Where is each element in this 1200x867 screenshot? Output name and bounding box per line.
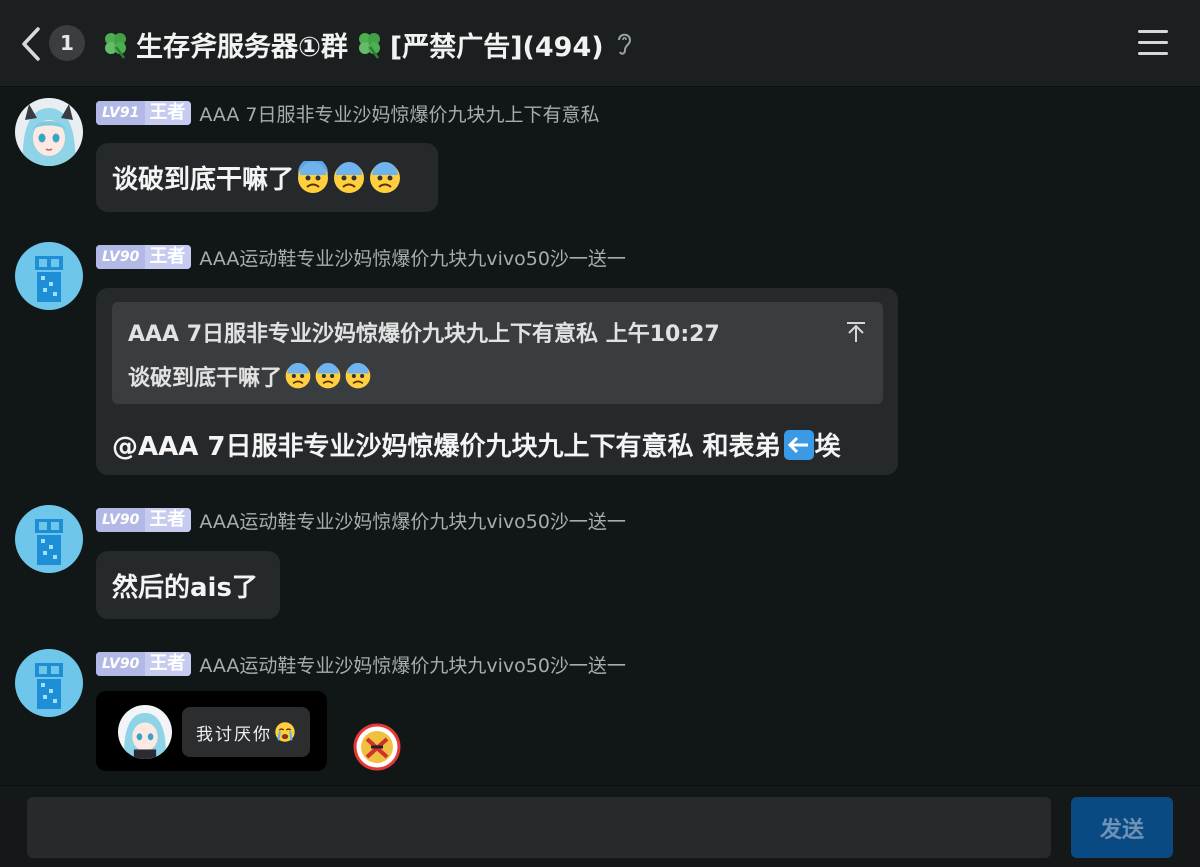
message-text: 谈破到底干嘛了 (112, 165, 295, 195)
rank-title: 王者 (145, 508, 192, 532)
level-badge: LV90 王者 (96, 245, 192, 269)
anxious-face-emoji (285, 362, 311, 389)
crying-face-emoji (275, 722, 295, 742)
rank-title: 王者 (145, 245, 192, 269)
message-bubble[interactable]: 谈破到底干嘛了 (96, 143, 438, 212)
sticker-avatar (118, 705, 172, 759)
sender-meta: LV90 王者 AAA运动鞋专业沙妈惊爆价九块九vivo50沙一送一 (96, 506, 626, 534)
clover-icon (358, 33, 380, 59)
level-number: LV90 (96, 508, 146, 532)
sender-meta: LV91 王者 AAA 7日服非专业沙妈惊爆价九块九上下有意私 (96, 99, 600, 127)
anxious-face-emoji (315, 362, 341, 389)
dui-reaction-icon[interactable] (353, 723, 401, 771)
reply-text-tail: 埃 (814, 432, 841, 462)
rank-title: 王者 (145, 101, 192, 125)
level-number: LV90 (96, 652, 146, 676)
level-badge: LV90 王者 (96, 652, 192, 676)
chat-title: 生存斧服务器①群 [严禁广告](494) (100, 22, 632, 66)
message-bubble[interactable]: 然后的ais了 (96, 551, 280, 619)
left-arrow-emoji (783, 429, 814, 460)
sender-meta: LV90 王者 AAA运动鞋专业沙妈惊爆价九块九vivo50沙一送一 (96, 650, 626, 678)
anxious-face-emoji (370, 161, 401, 193)
rank-title: 王者 (145, 652, 192, 676)
sticker-text: 我讨厌你 (196, 724, 272, 745)
input-bar: 发送 (0, 785, 1200, 867)
ear-icon[interactable] (616, 31, 632, 57)
clover-icon (105, 33, 126, 59)
anxious-face-emoji (345, 362, 371, 389)
sticker-image[interactable]: 我讨厌你 (96, 691, 327, 771)
level-number: LV90 (96, 245, 146, 269)
sender-nickname[interactable]: AAA运动鞋专业沙妈惊爆价九块九vivo50沙一送一 (199, 244, 626, 271)
jump-to-quote-icon[interactable] (845, 320, 867, 344)
sender-nickname[interactable]: AAA运动鞋专业沙妈惊爆价九块九vivo50沙一送一 (199, 651, 626, 678)
quoted-message[interactable]: AAA 7日服非专业沙妈惊爆价九块九上下有意私 上午10:27 谈破到底干嘛了 (112, 302, 883, 404)
message-bubble[interactable]: AAA 7日服非专业沙妈惊爆价九块九上下有意私 上午10:27 谈破到底干嘛了 … (96, 288, 898, 475)
group-name: 生存斧服务器①群 (136, 31, 348, 63)
level-badge: LV91 王者 (96, 101, 192, 125)
back-arrow-icon[interactable] (18, 24, 46, 64)
group-title-suffix: [严禁广告](494) (389, 31, 604, 63)
sender-meta: LV90 王者 AAA运动鞋专业沙妈惊爆价九块九vivo50沙一送一 (96, 243, 626, 271)
sticker-caption: 我讨厌你 (182, 707, 310, 757)
avatar[interactable] (15, 98, 83, 166)
send-button[interactable]: 发送 (1071, 797, 1173, 858)
message-text: @AAA 7日服非专业沙妈惊爆价九块九上下有意私 和表弟 埃 (112, 426, 841, 463)
level-badge: LV90 王者 (96, 508, 192, 532)
avatar[interactable] (15, 505, 83, 573)
avatar[interactable] (15, 649, 83, 717)
reply-text-content: @AAA 7日服非专业沙妈惊爆价九块九上下有意私 和表弟 (112, 432, 781, 462)
sender-nickname[interactable]: AAA 7日服非专业沙妈惊爆价九块九上下有意私 (199, 100, 599, 127)
chat-header: 1 生存斧服务器①群 [严禁广告](494) (0, 0, 1200, 87)
level-number: LV91 (96, 101, 146, 125)
anxious-face-emoji (298, 160, 329, 193)
message-text: 然后的ais了 (112, 572, 258, 603)
unread-count-badge[interactable]: 1 (49, 25, 85, 61)
sender-nickname[interactable]: AAA运动鞋专业沙妈惊爆价九块九vivo50沙一送一 (199, 507, 626, 534)
avatar[interactable] (15, 242, 83, 310)
quote-text-content: 谈破到底干嘛了 (128, 366, 283, 391)
quote-header: AAA 7日服非专业沙妈惊爆价九块九上下有意私 上午10:27 (128, 322, 720, 347)
menu-icon[interactable] (1138, 30, 1168, 56)
chat-window: 1 生存斧服务器①群 [严禁广告](494) LV91 王者 AAA 7日服非专… (0, 0, 1200, 867)
anxious-face-emoji (334, 161, 365, 193)
message-input[interactable] (27, 797, 1051, 858)
quote-text: 谈破到底干嘛了 (128, 360, 372, 392)
